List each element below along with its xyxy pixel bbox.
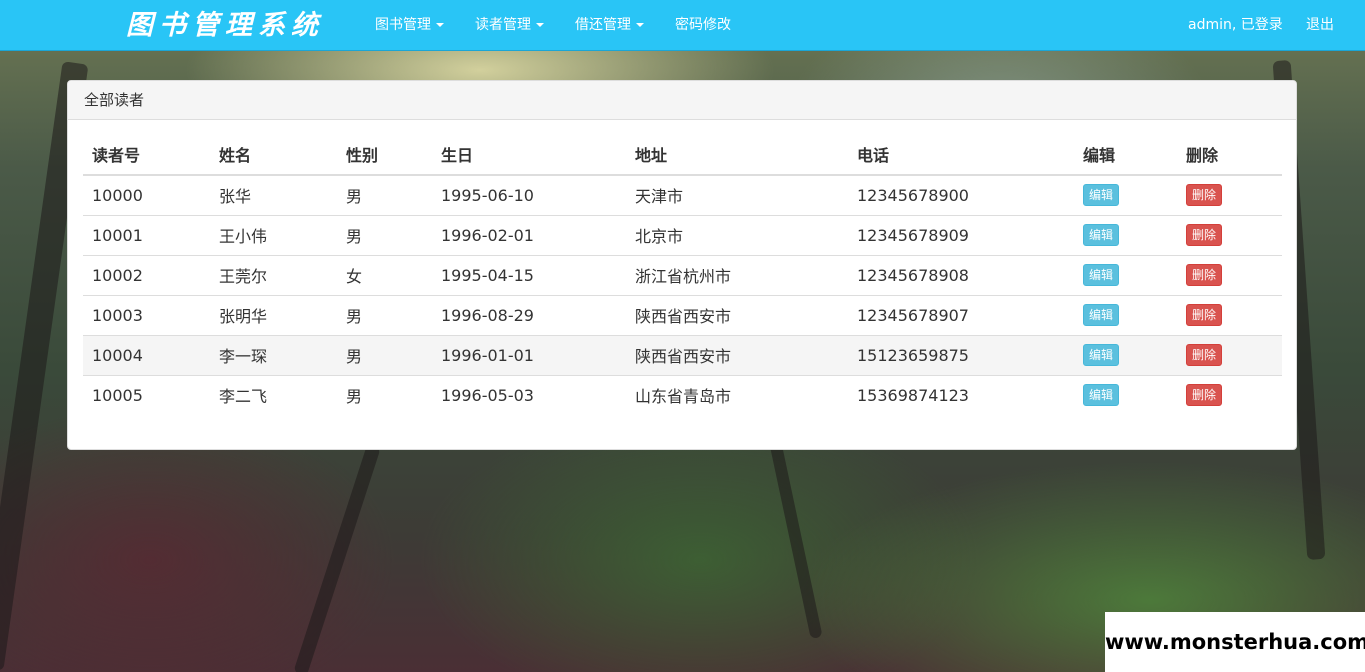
cell-delete: 删除 [1177, 215, 1282, 256]
cell-name: 王莞尔 [210, 255, 337, 296]
cell-birthday: 1996-05-03 [441, 385, 534, 405]
delete-button[interactable]: 删除 [1186, 264, 1223, 286]
delete-button[interactable]: 删除 [1186, 384, 1223, 407]
cell-name: 张华 [210, 175, 337, 216]
cell-name: 王小伟 [210, 215, 337, 256]
column-header-edit: 编辑 [1074, 134, 1177, 176]
delete-button[interactable]: 删除 [1186, 344, 1223, 366]
cell-phone: 12345678908 [848, 255, 1074, 296]
column-header-name: 姓名 [210, 134, 337, 176]
readers-panel: 全部读者 读者号 姓名 性别 生日 地址 电话 编辑 删除 10000 张华 男 [67, 80, 1297, 450]
cell-gender: 男 [346, 387, 363, 407]
nav-book-management[interactable]: 图书管理 [375, 0, 444, 51]
readers-table: 读者号 姓名 性别 生日 地址 电话 编辑 删除 10000 张华 男 1995… [83, 134, 1282, 415]
column-header-phone: 电话 [848, 134, 1074, 176]
cell-edit: 编辑 [1074, 215, 1177, 256]
cell-edit: 编辑 [1074, 255, 1177, 296]
cell-gender: 男 [337, 335, 432, 376]
cell-birthday: 1996-02-01 [432, 215, 626, 256]
cell-address: 北京市 [626, 215, 848, 256]
table-row: 10000 张华 男 1995-06-10 天津市 12345678900 编辑… [83, 175, 1282, 216]
brand-logo[interactable]: 图书管理系统 [126, 6, 324, 46]
nav-borrow-return-label: 借还管理 [575, 17, 631, 33]
nav-change-password[interactable]: 密码修改 [675, 0, 731, 51]
delete-button[interactable]: 删除 [1186, 224, 1223, 246]
table-header-row: 读者号 姓名 性别 生日 地址 电话 编辑 删除 [83, 134, 1282, 176]
cell-gender: 男 [337, 295, 432, 336]
cell-reader-id: 10005 [92, 385, 143, 405]
delete-button[interactable]: 删除 [1186, 304, 1223, 326]
edit-button[interactable]: 编辑 [1083, 384, 1120, 407]
cell-phone: 15123659875 [848, 335, 1074, 376]
delete-button[interactable]: 删除 [1186, 184, 1223, 207]
cell-phone: 15369874123 [857, 385, 969, 405]
cell-phone: 12345678907 [848, 295, 1074, 336]
nav-change-password-label: 密码修改 [675, 17, 731, 33]
cell-gender: 男 [337, 215, 432, 256]
cell-reader-id: 10003 [83, 295, 210, 336]
cell-birthday: 1995-06-10 [432, 175, 626, 216]
table-row: 10001 王小伟 男 1996-02-01 北京市 12345678909 编… [83, 215, 1282, 256]
table-row: 10005 李二飞 男 1996-05-03 山东省青岛市 1536987412… [83, 375, 1282, 415]
cell-edit: 编辑 [1074, 175, 1177, 216]
cell-name: 李一琛 [210, 335, 337, 376]
panel-title: 全部读者 [68, 81, 1296, 120]
cell-address: 天津市 [626, 175, 848, 216]
cell-name: 张明华 [210, 295, 337, 336]
nav-borrow-return-management[interactable]: 借还管理 [575, 0, 644, 51]
edit-button[interactable]: 编辑 [1083, 224, 1120, 246]
cell-delete: 删除 [1177, 375, 1282, 415]
cell-phone: 12345678900 [848, 175, 1074, 216]
cell-reader-id: 10004 [83, 335, 210, 376]
cell-address: 陕西省西安市 [626, 295, 848, 336]
cell-birthday: 1996-01-01 [432, 335, 626, 376]
background-tree-trunk [769, 440, 823, 640]
cell-edit: 编辑 [1074, 335, 1177, 376]
column-header-birthday: 生日 [432, 134, 626, 176]
cell-address: 陕西省西安市 [626, 335, 848, 376]
caret-down-icon [436, 23, 444, 27]
table-row: 10002 王莞尔 女 1995-04-15 浙江省杭州市 1234567890… [83, 255, 1282, 296]
cell-gender: 男 [337, 175, 432, 216]
top-navbar: 图书管理系统 图书管理 读者管理 借还管理 密码修改 admin, 已登录 退出 [0, 0, 1365, 51]
cell-reader-id: 10002 [83, 255, 210, 296]
column-header-gender: 性别 [337, 134, 432, 176]
user-status[interactable]: admin, 已登录 [1188, 0, 1283, 51]
nav-reader-management-label: 读者管理 [475, 17, 531, 33]
cell-reader-id: 10000 [83, 175, 210, 216]
cell-delete: 删除 [1177, 335, 1282, 376]
table-row: 10004 李一琛 男 1996-01-01 陕西省西安市 1512365987… [83, 335, 1282, 376]
edit-button[interactable]: 编辑 [1083, 184, 1120, 207]
cell-edit: 编辑 [1074, 375, 1177, 415]
nav-book-management-label: 图书管理 [375, 17, 431, 33]
cell-edit: 编辑 [1074, 295, 1177, 336]
column-header-address: 地址 [626, 134, 848, 176]
background-tree-trunk [293, 443, 381, 672]
cell-phone: 12345678909 [848, 215, 1074, 256]
logout-link[interactable]: 退出 [1306, 0, 1334, 51]
nav-reader-management[interactable]: 读者管理 [475, 0, 544, 51]
site-watermark: www.monsterhua.com [1105, 612, 1365, 672]
cell-birthday: 1996-08-29 [432, 295, 626, 336]
column-header-reader-id: 读者号 [83, 134, 210, 176]
caret-down-icon [536, 23, 544, 27]
caret-down-icon [636, 23, 644, 27]
cell-birthday: 1995-04-15 [432, 255, 626, 296]
cell-delete: 删除 [1177, 295, 1282, 336]
cell-name: 李二飞 [219, 387, 268, 407]
edit-button[interactable]: 编辑 [1083, 304, 1120, 326]
edit-button[interactable]: 编辑 [1083, 344, 1120, 366]
cell-reader-id: 10001 [83, 215, 210, 256]
table-row: 10003 张明华 男 1996-08-29 陕西省西安市 1234567890… [83, 295, 1282, 336]
column-header-delete: 删除 [1177, 134, 1282, 176]
cell-gender: 女 [337, 255, 432, 296]
cell-delete: 删除 [1177, 175, 1282, 216]
edit-button[interactable]: 编辑 [1083, 264, 1120, 286]
cell-address: 浙江省杭州市 [626, 255, 848, 296]
cell-delete: 删除 [1177, 255, 1282, 296]
cell-address: 山东省青岛市 [635, 387, 732, 407]
